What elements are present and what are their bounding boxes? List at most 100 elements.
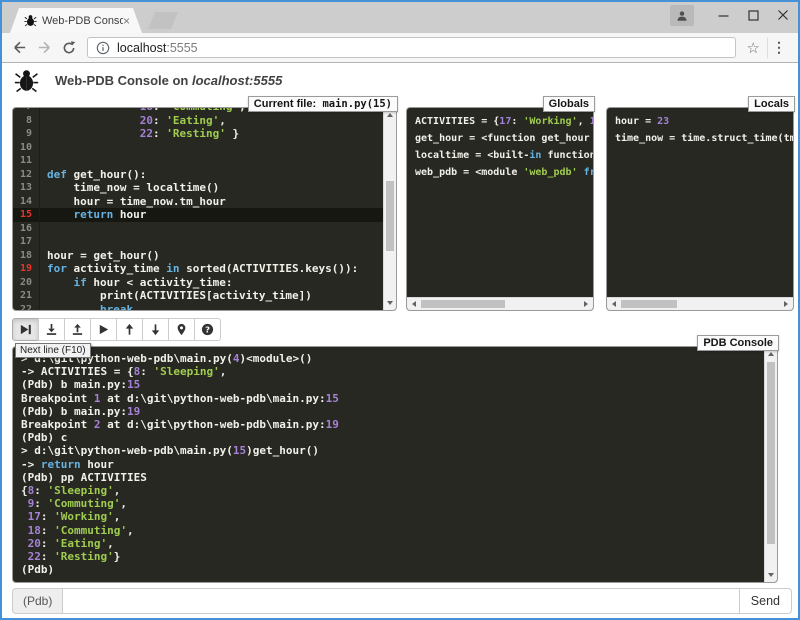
scroll-down-icon[interactable] (387, 301, 393, 305)
app-header: Web-PDB Console on localhost:5555 (14, 68, 282, 93)
refresh-button[interactable] (60, 39, 78, 57)
code-line: 10 (13, 141, 396, 155)
code-line: 21 print(ACTIVITIES[activity_time]) (13, 289, 396, 303)
browser-window: Web-PDB Console on loc × (0, 0, 800, 620)
locals-panel: Locals hour = 23time_now = time.struct_t… (606, 107, 794, 311)
profile-button[interactable] (670, 5, 694, 26)
tab-title: Web-PDB Console on loc (42, 15, 123, 27)
code-scrollbar[interactable] (383, 108, 396, 310)
console-line: (Pdb) b main.py:19 (21, 405, 769, 418)
line-number: 12 (13, 168, 40, 182)
globals-scrollbar-thumb[interactable] (421, 300, 505, 308)
bookmark-star-icon[interactable]: ☆ (747, 39, 760, 57)
code-line: 8 20: 'Eating', (13, 114, 396, 128)
code-line: 9 22: 'Resting' } (13, 127, 396, 141)
console-line: (Pdb) c (21, 431, 769, 444)
minimize-button[interactable] (708, 2, 738, 28)
step-into-icon (45, 323, 58, 336)
page-title: Web-PDB Console on localhost:5555 (55, 73, 282, 88)
browser-tab[interactable]: Web-PDB Console on loc × (10, 8, 142, 33)
globals-scrollbar[interactable] (407, 297, 593, 310)
line-number: 17 (13, 235, 40, 249)
code-line: 15 return hour (13, 208, 396, 222)
tab-close-icon[interactable]: × (123, 16, 130, 26)
address-bar[interactable]: localhost:5555 (87, 37, 736, 58)
up-button[interactable] (116, 318, 143, 341)
continue-button[interactable] (90, 318, 117, 341)
console-scrollbar[interactable] (764, 347, 777, 582)
line-number: 16 (13, 222, 40, 236)
scroll-down-icon[interactable] (768, 573, 774, 577)
web-pdb-page: Web-PDB Console on localhost:5555 Curren… (2, 63, 798, 618)
line-number: 8 (13, 114, 40, 128)
console-line: (Pdb) b main.py:15 (21, 378, 769, 391)
new-tab-button[interactable] (148, 12, 178, 29)
console-line: 22: 'Resting'} (21, 550, 769, 563)
line-number: 14 (13, 195, 40, 209)
globals-lines: ACTIVITIES = {17: 'Working', 18: 'Commut… (407, 108, 593, 186)
code-scrollbar-thumb[interactable] (386, 181, 394, 252)
console-line: (Pdb) pp ACTIVITIES (21, 471, 769, 484)
back-button[interactable] (10, 39, 28, 57)
bug-favicon-icon (24, 14, 37, 27)
locals-lines: hour = 23time_now = time.struct_time(tm_… (607, 108, 793, 152)
step-forward-icon (19, 323, 32, 336)
globals-label: Globals (543, 96, 595, 112)
globals-line: ACTIVITIES = {17: 'Working', 18: 'Commut… (415, 113, 585, 130)
where-button[interactable] (168, 318, 195, 341)
back-icon (11, 39, 28, 56)
command-input-row: (Pdb) Send (12, 588, 792, 614)
globals-line: get_hour = <function get_hour at 0x0000 (415, 130, 585, 147)
console-line: 18: 'Commuting', (21, 524, 769, 537)
code-line: 19for activity_time in sorted(ACTIVITIES… (13, 262, 396, 276)
code-line: 16 (13, 222, 396, 236)
console-lines: > d:\git\python-web-pdb\main.py(4)<modul… (13, 347, 777, 581)
code-line: 13 time_now = localtime() (13, 181, 396, 195)
locals-line: time_now = time.struct_time(tm_year (615, 130, 785, 147)
scroll-up-icon[interactable] (768, 352, 774, 356)
code-line: 20 if hour < activity_time: (13, 276, 396, 290)
globals-line: web_pdb = <module 'web_pdb' from 'd: (415, 164, 585, 181)
scroll-left-icon[interactable] (612, 301, 616, 307)
scroll-right-icon[interactable] (784, 301, 788, 307)
page-title-host: localhost:5555 (192, 73, 282, 88)
console-line: > d:\git\python-web-pdb\main.py(15)get_h… (21, 444, 769, 457)
console-line: > d:\git\python-web-pdb\main.py(4)<modul… (21, 352, 769, 365)
line-number: 13 (13, 181, 40, 195)
globals-line: localtime = <built-in function localtime (415, 147, 585, 164)
line-number: 21 (13, 289, 40, 303)
console-line: -> ACTIVITIES = {8: 'Sleeping', (21, 365, 769, 378)
console-line: (Pdb) (21, 563, 769, 576)
code-lines: 7 18: 'Commuting',8 20: 'Eating',9 22: '… (13, 107, 396, 311)
console-line: -> return hour (21, 458, 769, 471)
locals-scrollbar-thumb[interactable] (621, 300, 677, 308)
console-scrollbar-thumb[interactable] (767, 362, 775, 544)
locals-line: hour = 23 (615, 113, 785, 130)
down-button[interactable] (142, 318, 169, 341)
command-input[interactable] (62, 588, 739, 614)
info-icon (96, 41, 110, 55)
refresh-icon (61, 40, 77, 56)
console-line: {8: 'Sleeping', (21, 484, 769, 497)
next-line-button[interactable] (12, 318, 39, 341)
line-number: 20 (13, 276, 40, 290)
code-line: 22 break (13, 303, 396, 312)
scroll-right-icon[interactable] (584, 301, 588, 307)
scroll-left-icon[interactable] (412, 301, 416, 307)
locals-scrollbar[interactable] (607, 297, 793, 310)
minimize-icon (718, 10, 729, 21)
help-button[interactable]: ? (194, 318, 221, 341)
maximize-button[interactable] (738, 2, 768, 28)
return-button[interactable] (64, 318, 91, 341)
svg-text:?: ? (205, 324, 210, 334)
send-button[interactable]: Send (739, 588, 792, 614)
scroll-up-icon[interactable] (387, 113, 393, 117)
line-number: 10 (13, 141, 40, 155)
forward-button[interactable] (35, 39, 53, 57)
browser-menu-icon[interactable]: ⋮ (767, 38, 790, 58)
help-icon: ? (201, 323, 214, 336)
console-line: 17: 'Working', (21, 510, 769, 523)
close-window-button[interactable] (768, 2, 798, 28)
step-into-button[interactable] (38, 318, 65, 341)
pdb-console-label: PDB Console (697, 335, 779, 351)
